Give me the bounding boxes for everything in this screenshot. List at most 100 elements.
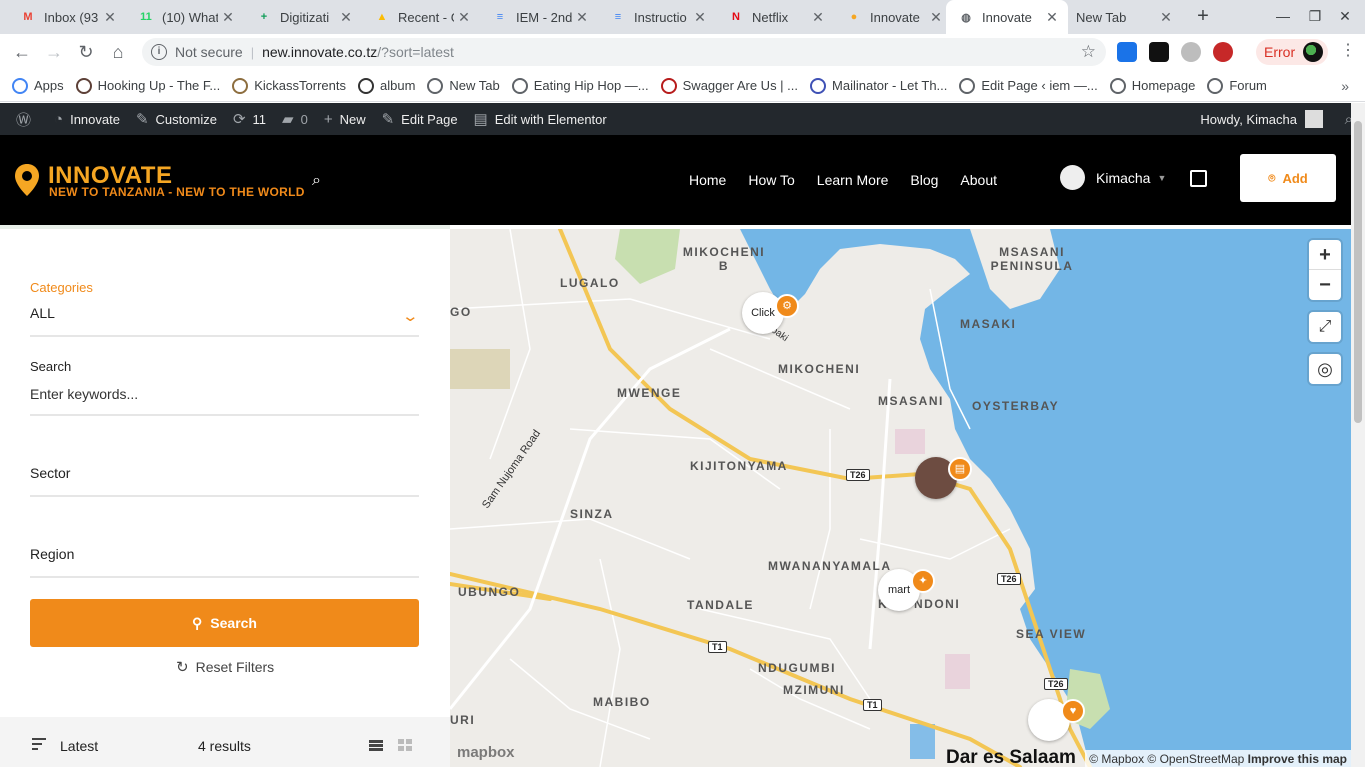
bookmark-item[interactable]: album [357,77,415,94]
sheets-icon: + [260,11,268,23]
browser-tab[interactable]: ● Innovate ✕ [834,0,952,34]
listing-thumbnail-text: Click [751,307,775,319]
close-window-button[interactable]: ✕ [1330,4,1360,28]
browser-menu-icon[interactable]: ⋮ [1340,40,1356,60]
close-tab-icon[interactable]: ✕ [572,9,592,26]
nav-link-about[interactable]: About [960,172,997,188]
updates-icon: ⟳ [232,111,246,128]
attribution-text[interactable]: © Mapbox © OpenStreetMap [1089,752,1244,766]
extension-globe-icon[interactable] [1181,42,1201,62]
reset-filters-button[interactable]: ↻ Reset Filters [176,658,274,676]
browser-tab[interactable]: ◍ Innovate ✕ [946,0,1068,34]
wp-new[interactable]: + New [324,111,366,128]
sort-icon[interactable] [32,738,46,753]
close-tab-icon[interactable]: ✕ [808,9,828,26]
wp-site-name[interactable]: ◔ Innovate [54,111,120,128]
wp-account-menu[interactable]: Howdy, Kimacha [1200,103,1323,135]
browser-tab[interactable]: M Inbox (93 ✕ [8,0,126,34]
mapbox-logo[interactable]: mapbox [457,744,515,761]
wp-logo-menu[interactable]: Ⓦ [16,109,38,130]
add-listing-button[interactable]: ⌾ Add [1240,154,1336,202]
bookmark-item[interactable]: Homepage [1109,77,1195,94]
browser-tab[interactable]: 11 (10) What ✕ [126,0,244,34]
bookmark-item[interactable]: Edit Page ‹ iem —... [959,77,1098,94]
wp-comments-count: 0 [300,111,308,127]
browser-tab[interactable]: N Netflix ✕ [716,0,834,34]
book-marker-icon[interactable]: ▤ [948,457,972,481]
sort-dropdown[interactable]: Latest [60,738,98,754]
lightbulb-marker-icon[interactable]: ✦ [911,569,935,593]
close-tab-icon[interactable]: ✕ [100,9,120,26]
address-bar[interactable]: i Not secure | new.innovate.co.tz /?sort… [142,38,1106,66]
profile-error-pill[interactable]: Error [1256,39,1328,65]
zoom-in-button[interactable]: + [1309,240,1341,270]
bookmark-item[interactable]: Swagger Are Us | ... [660,77,798,94]
minimize-button[interactable]: — [1268,4,1298,28]
bicycle-marker-icon[interactable]: ⚙ [775,294,799,318]
close-tab-icon[interactable]: ✕ [336,9,356,26]
restore-button[interactable]: ❐ [1300,4,1330,28]
bookmark-item[interactable]: Mailinator - Let Th... [810,77,947,94]
fullscreen-icon[interactable]: ⤢ [1309,312,1341,342]
forward-arrow-icon[interactable]: → [42,40,66,64]
wp-edit-page[interactable]: ✎ Edit Page [382,110,458,128]
home-icon[interactable]: ⌂ [106,40,130,64]
search-button[interactable]: ⚲ Search [30,599,419,647]
browser-tab[interactable]: + Digitizati ✕ [244,0,362,34]
bookmark-label: Hooking Up - The F... [97,78,221,93]
wp-customize[interactable]: ✎ Customize [136,110,217,128]
extension-shield-icon[interactable] [1213,42,1233,62]
wp-edit-elementor[interactable]: ▤ Edit with Elementor [474,110,607,128]
bookmark-item[interactable]: New Tab [427,77,500,94]
geolocate-icon[interactable]: ◎ [1309,354,1341,384]
nav-link-how-to[interactable]: How To [748,172,794,188]
extension-youtube-icon[interactable] [1149,42,1169,62]
heart-marker-icon[interactable]: ♥ [1061,699,1085,723]
list-view-icon[interactable] [369,740,383,752]
close-tab-icon[interactable]: ✕ [1156,9,1176,26]
road-shield-t1: T1 [708,641,727,653]
road-shield-t1: T1 [863,699,882,711]
nav-link-blog[interactable]: Blog [910,172,938,188]
back-arrow-icon[interactable]: ← [10,40,34,64]
sector-field[interactable]: Sector [30,465,70,481]
close-tab-icon[interactable]: ✕ [1042,9,1062,26]
plus-icon: + [323,110,333,128]
categories-select[interactable]: ALL [30,305,55,321]
improve-map-link[interactable]: Improve this map [1248,752,1347,766]
nav-link-learn-more[interactable]: Learn More [817,172,889,188]
extension-translate-icon[interactable] [1117,42,1137,62]
bookmark-item[interactable]: Eating Hip Hop —... [511,77,649,94]
close-tab-icon[interactable]: ✕ [926,9,946,26]
close-tab-icon[interactable]: ✕ [690,9,710,26]
bookmark-item[interactable]: KickassTorrents [232,77,346,94]
wp-comments[interactable]: ▰ 0 [282,110,308,128]
nav-link-home[interactable]: Home [689,172,726,188]
region-field[interactable]: Region [30,546,74,562]
browser-tab[interactable]: ≡ Instructio ✕ [598,0,716,34]
scrollbar-thumb[interactable] [1354,121,1362,423]
close-tab-icon[interactable]: ✕ [454,9,474,26]
info-icon[interactable]: i [151,44,167,60]
search-input[interactable] [30,382,419,406]
close-tab-icon[interactable]: ✕ [218,9,238,26]
user-menu[interactable]: Kimacha ▼ [1060,165,1166,190]
browser-tab[interactable]: ≡ IEM - 2nd ✕ [480,0,598,34]
grid-view-icon[interactable] [398,739,412,751]
map-view[interactable]: MIKOCHENI B LUGALO MSASANI PENINSULA MASAKI… [450,229,1351,767]
bookmark-item[interactable]: Forum [1207,77,1267,94]
header-search-icon[interactable]: ⌕ [312,172,321,190]
chevron-down-icon[interactable]: ⌄ [401,307,419,325]
new-tab-button[interactable]: + [1192,5,1214,27]
bookmark-star-icon[interactable]: ☆ [1081,42,1096,62]
reload-icon[interactable]: ↻ [74,40,98,64]
page-scrollbar[interactable] [1351,103,1365,767]
bookmark-item[interactable]: Apps [12,77,64,94]
browser-tab[interactable]: ▲ Recent - G✕ [362,0,480,34]
zoom-out-button[interactable]: − [1309,270,1341,300]
bookmark-item[interactable]: Hooking Up - The F... [75,77,221,94]
inbox-icon[interactable] [1190,170,1207,187]
wp-updates[interactable]: ⟳ 11 [233,110,266,128]
more-bookmarks-icon[interactable]: » [1341,78,1349,94]
browser-tab[interactable]: New Tab ✕ [1064,0,1182,34]
